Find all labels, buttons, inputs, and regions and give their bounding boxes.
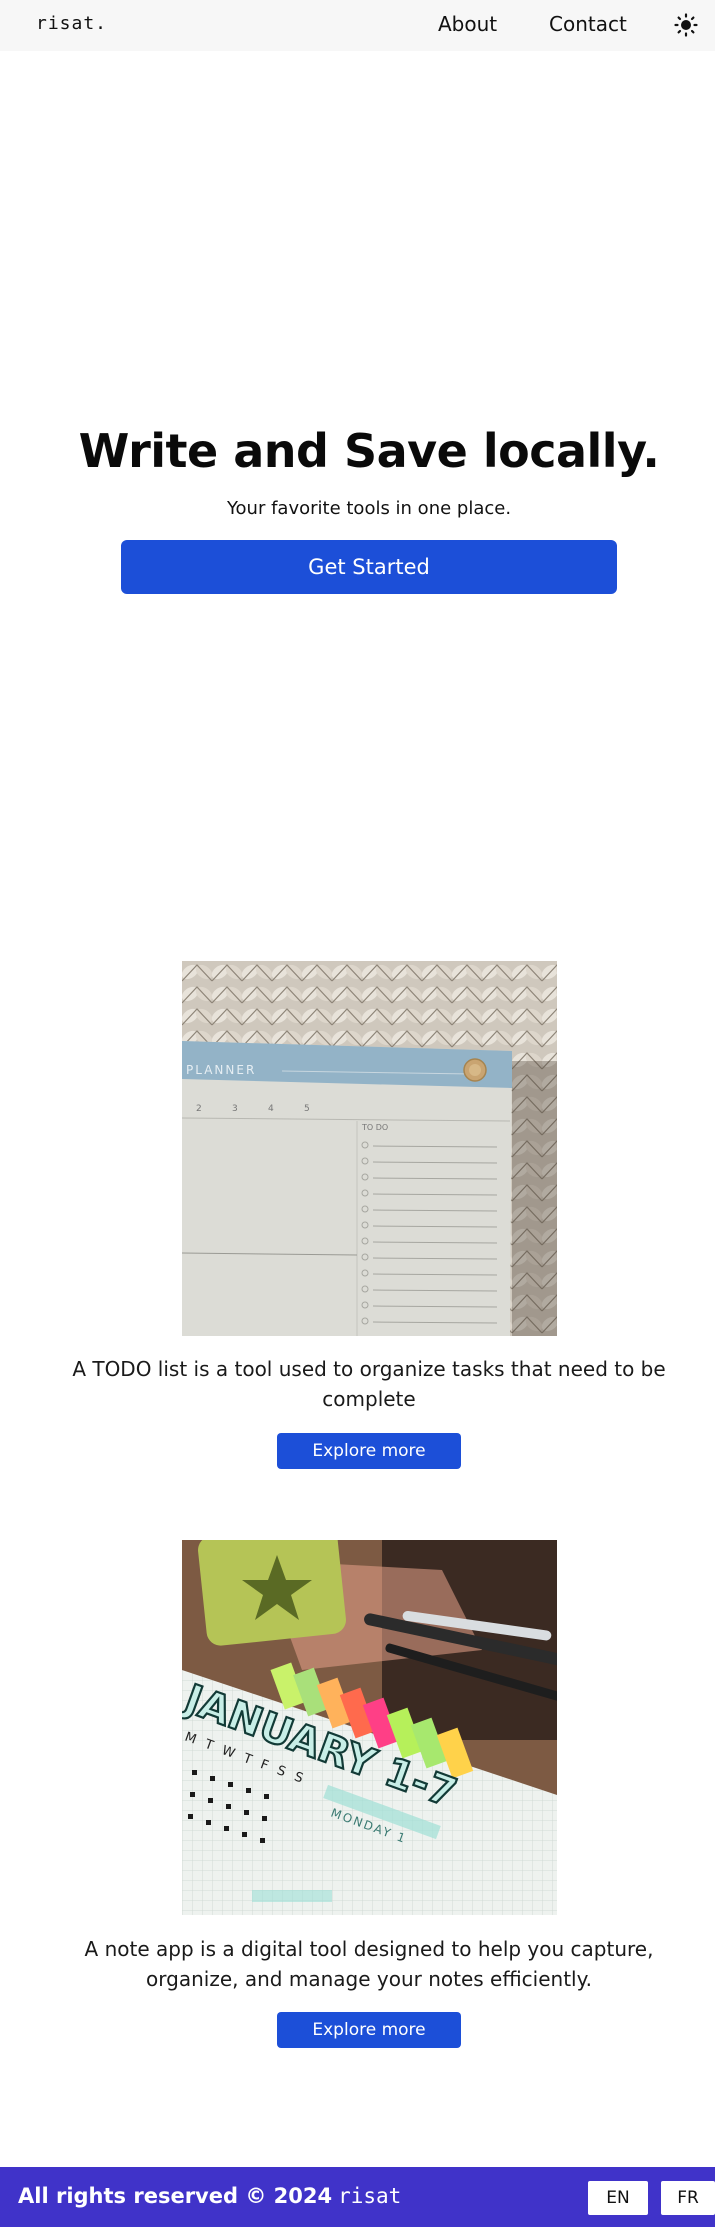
planner-day-4: 4 — [268, 1104, 274, 1114]
nav-contact-link[interactable]: Contact — [549, 12, 627, 36]
planner-label: PLANNER — [186, 1063, 256, 1077]
page: risat. About Contact Write and Save loca… — [0, 0, 715, 2227]
copyright-text: All rights reserved © 2024 — [18, 2184, 333, 2208]
logo[interactable]: risat. — [36, 13, 107, 34]
planner-day-5: 5 — [304, 1104, 310, 1114]
footer-copyright: All rights reserved © 2024 risat — [18, 2184, 401, 2208]
language-fr-button[interactable]: FR — [661, 2181, 715, 2215]
get-started-button[interactable]: Get Started — [121, 540, 617, 594]
todo-feature-description: A TODO list is a tool used to organize t… — [72, 1357, 666, 1411]
sun-icon — [674, 13, 698, 37]
planner-day-3: 3 — [232, 1104, 238, 1114]
planner-day-2: 2 — [196, 1104, 202, 1114]
footer-brand: risat — [338, 2184, 402, 2208]
notes-feature-image: JANUARY 1-7 M T W T F S S MONDAY 1 — [182, 1540, 557, 1915]
theme-toggle-button[interactable] — [673, 12, 699, 38]
notes-feature-description: A note app is a digital tool designed to… — [84, 1937, 654, 1991]
todo-explore-button[interactable]: Explore more — [277, 1433, 461, 1469]
footer: All rights reserved © 2024 risat EN FR — [0, 2167, 715, 2227]
language-en-button[interactable]: EN — [588, 2181, 648, 2215]
hero-title: Write and Save locally. — [78, 424, 660, 478]
todo-feature-image: PLANNER 2 3 4 5 TO DO — [182, 961, 557, 1336]
hero-subtitle: Your favorite tools in one place. — [226, 498, 512, 519]
notes-explore-button[interactable]: Explore more — [277, 2012, 461, 2048]
todo-label: TO DO — [361, 1123, 388, 1132]
nav-about-link[interactable]: About — [438, 12, 497, 36]
top-nav: risat. About Contact — [0, 0, 715, 51]
